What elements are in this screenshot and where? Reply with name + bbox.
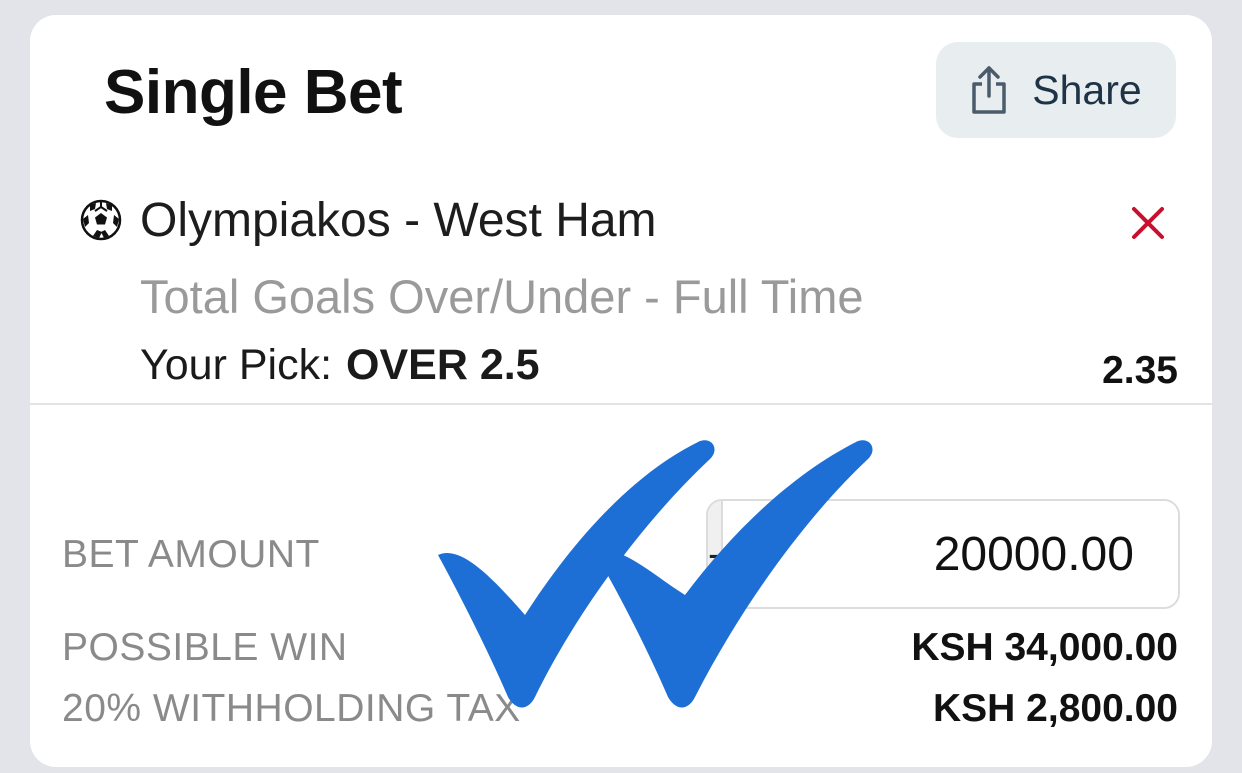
possible-win-value: KSH 34,000.00 xyxy=(911,626,1178,669)
share-label: Share xyxy=(1032,66,1142,113)
decrement-button[interactable]: - xyxy=(708,501,722,607)
pick-row: Your Pick: OVER 2.5 xyxy=(140,341,540,390)
match-name: Olympiakos - West Ham xyxy=(140,194,657,247)
bet-slip-card: Single Bet Share Olympiakos - West Ham T… xyxy=(30,15,1212,767)
close-icon xyxy=(1132,207,1164,239)
soccer-ball-icon xyxy=(80,199,122,241)
tax-label: 20% WITHHOLDING TAX xyxy=(62,687,521,730)
divider xyxy=(30,403,1212,405)
pick-value: OVER 2.5 xyxy=(346,341,540,389)
market-name: Total Goals Over/Under - Full Time xyxy=(140,270,864,323)
tax-value: KSH 2,800.00 xyxy=(933,687,1178,730)
odds-value: 2.35 xyxy=(1102,349,1178,392)
possible-win-label: POSSIBLE WIN xyxy=(62,626,348,669)
remove-selection-button[interactable] xyxy=(1126,201,1170,245)
share-button[interactable]: Share xyxy=(936,42,1176,138)
bet-amount-input[interactable] xyxy=(721,501,1178,607)
share-icon xyxy=(970,64,1008,116)
page-title: Single Bet xyxy=(104,58,403,127)
bet-amount-label: BET AMOUNT xyxy=(62,533,320,576)
pick-label: Your Pick: xyxy=(140,341,333,389)
bet-amount-stepper: - + xyxy=(706,499,1180,609)
